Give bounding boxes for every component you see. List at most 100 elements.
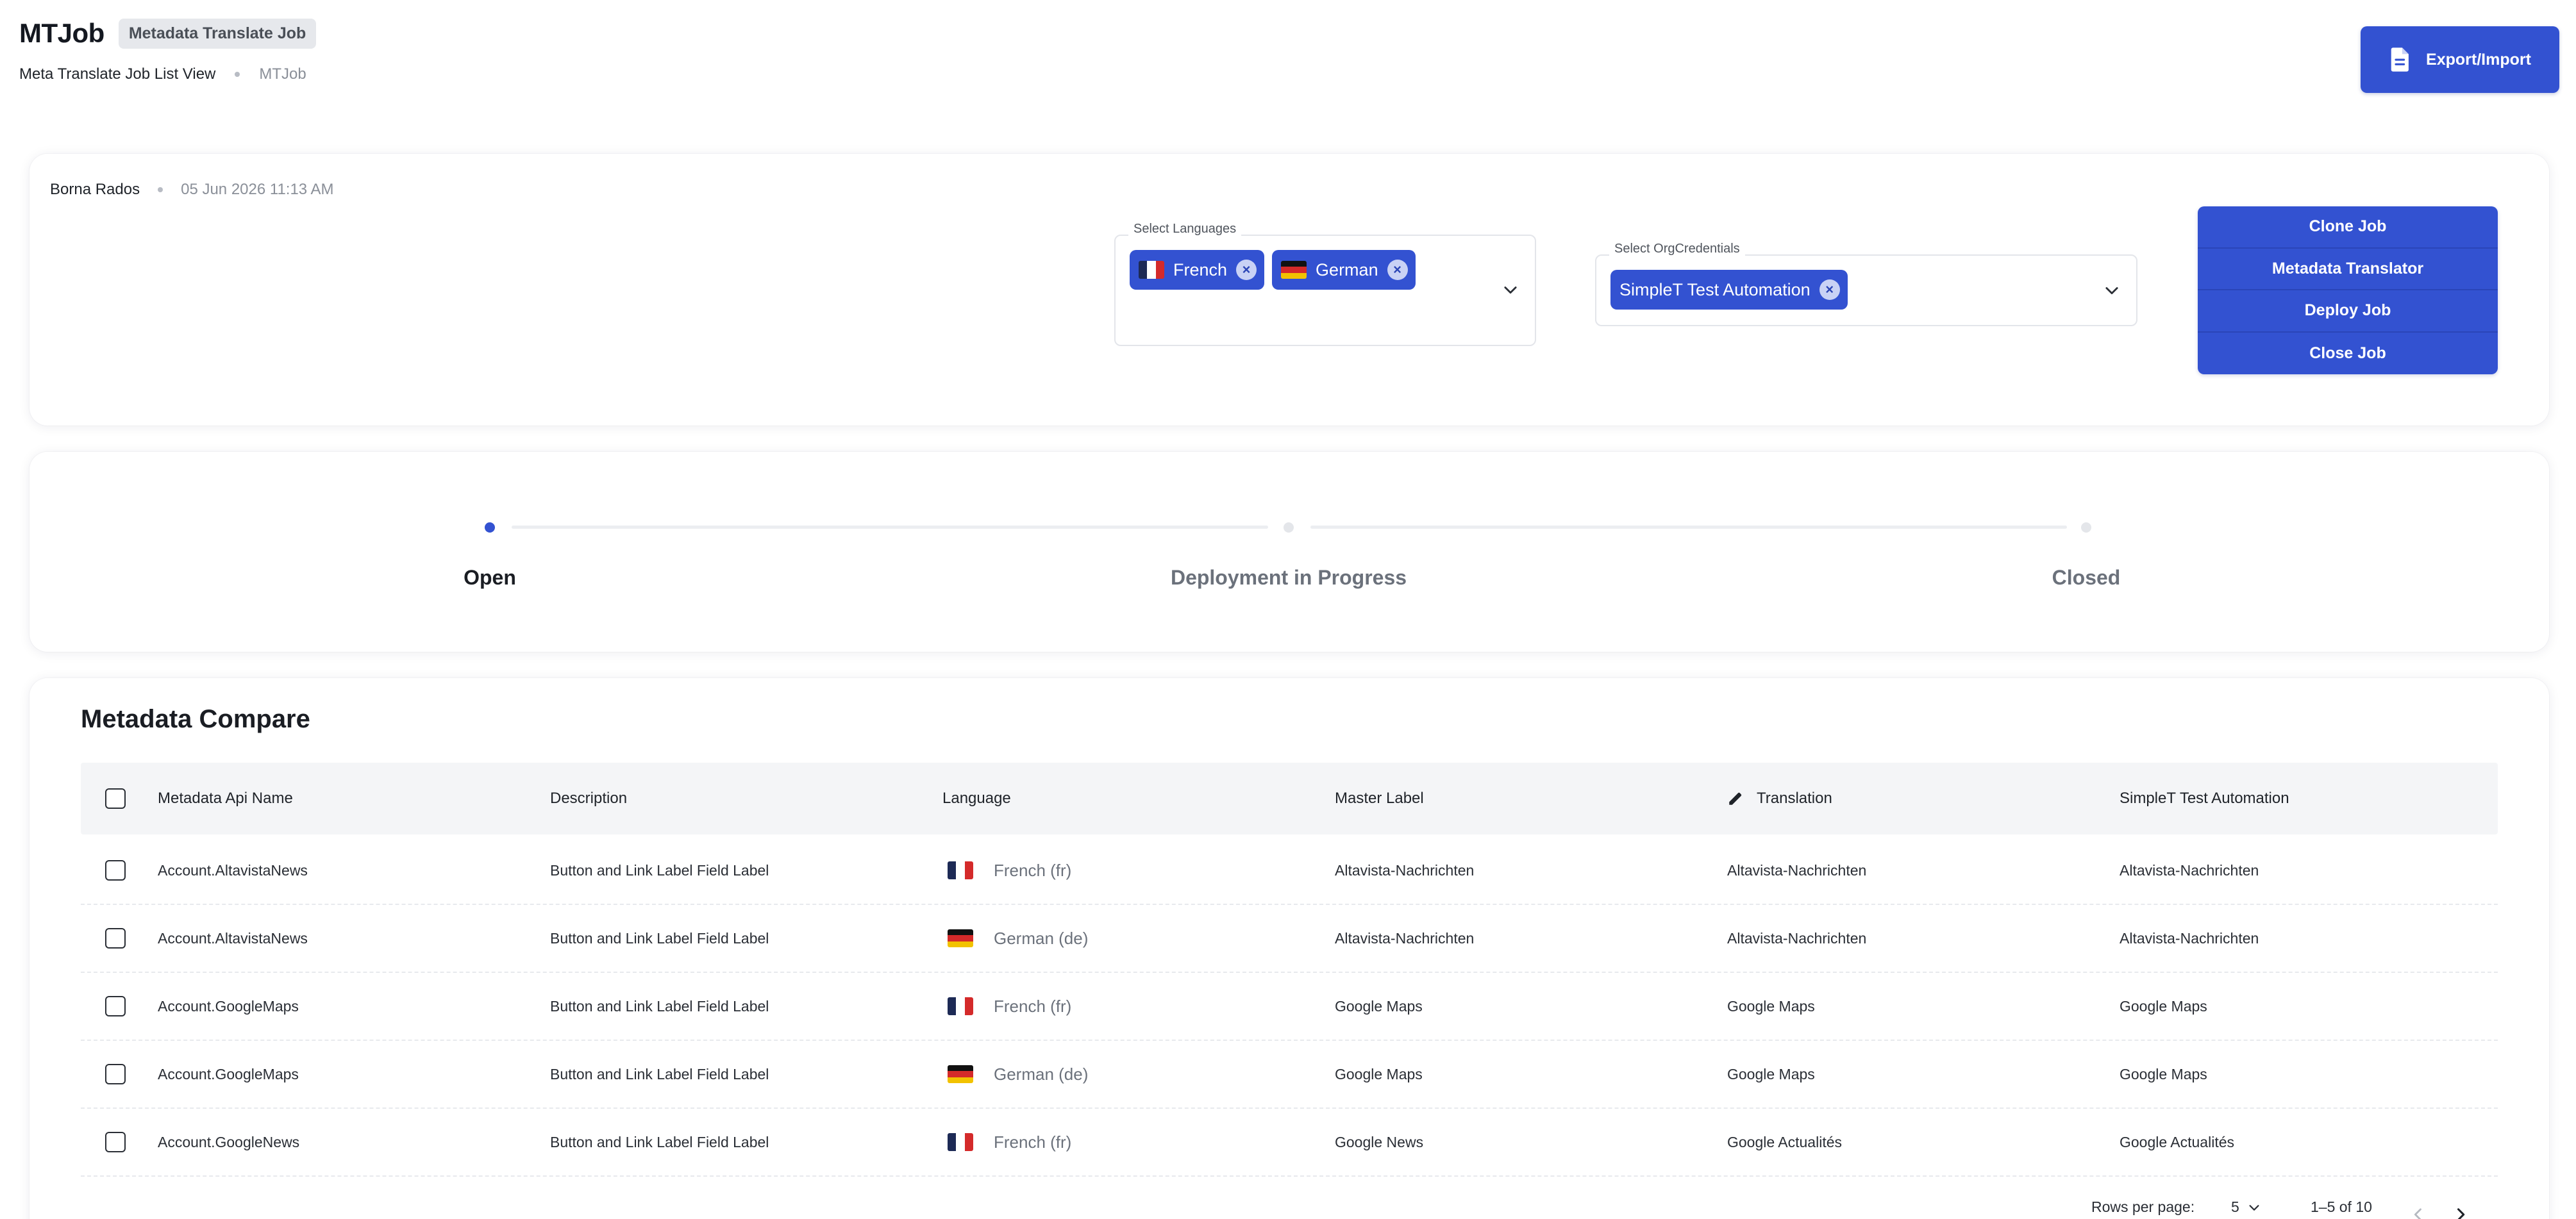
germany-flag-icon [948,1065,973,1083]
table-row[interactable]: Account.AltavistaNews Button and Link Lab… [81,837,2498,905]
cell-description: Button and Link Label Field Label [550,861,769,879]
cell-org-value: Altavista-Nachrichten [2120,929,2259,947]
column-header-description[interactable]: Description [550,763,627,834]
france-flag-icon [948,997,973,1015]
chip-label: SimpleT Test Automation [1619,279,1811,299]
cell-language: German (de) [948,1041,1088,1107]
close-job-button[interactable]: Close Job [2198,333,2498,375]
cell-description: Button and Link Label Field Label [550,1065,769,1082]
column-header-api-name[interactable]: Metadata Api Name [158,763,293,834]
germany-flag-icon [948,929,973,947]
cell-api-name: Account.GoogleMaps [158,997,299,1015]
france-flag-icon [948,1133,973,1151]
table-row[interactable]: Account.GoogleNews Button and Link Label … [81,1109,2498,1177]
job-actions: Clone Job Metadata Translator Deploy Job… [2198,206,2498,374]
step-label-closed: Closed [2052,566,2121,589]
row-checkbox[interactable] [105,1064,126,1084]
chip-label: French [1173,260,1228,279]
meta-separator [158,187,163,192]
pagination: Rows per page: 5 1–5 of 10 [29,1198,2549,1219]
cell-api-name: Account.GoogleMaps [158,1065,299,1082]
pencil-icon [1729,792,1742,805]
row-checkbox[interactable] [105,1132,126,1152]
language-text: French (fr) [994,860,1072,880]
select-all-checkbox[interactable] [105,788,126,809]
language-text: French (fr) [994,1132,1072,1152]
breadcrumb-separator [235,72,240,77]
row-checkbox[interactable] [105,860,126,881]
created-date: 05 Jun 2026 11:13 AM [181,181,334,198]
remove-chip-icon[interactable]: × [1236,260,1257,280]
column-header-org[interactable]: SimpleT Test Automation [2120,763,2289,834]
chip-label: German [1316,260,1378,279]
cell-description: Button and Link Label Field Label [550,997,769,1015]
language-chip-german[interactable]: German × [1272,250,1416,290]
org-chip[interactable]: SimpleT Test Automation × [1610,270,1848,310]
column-header-master-label[interactable]: Master Label [1335,763,1424,834]
rows-per-page-label: Rows per page: [2091,1198,2195,1215]
step-connector [1310,526,2067,529]
pagination-range: 1–5 of 10 [2311,1198,2372,1215]
cell-description: Button and Link Label Field Label [550,929,769,947]
job-info-card: Borna Rados 05 Jun 2026 11:13 AM Select … [29,154,2549,426]
step-connector [512,526,1268,529]
cell-language: French (fr) [948,837,1071,904]
export-import-button[interactable]: Export/Import [2361,26,2559,93]
cell-org-value: Google Maps [2120,1065,2207,1082]
column-header-translation[interactable]: Translation [1727,763,1832,834]
author-name: Borna Rados [50,181,140,198]
rows-per-page-select[interactable]: 5 [2231,1198,2261,1216]
table-title: Metadata Compare [81,705,310,733]
step-dot-open [485,522,495,533]
next-page-icon[interactable] [2452,1206,2470,1219]
remove-chip-icon[interactable]: × [1819,279,1840,300]
languages-select[interactable]: Select Languages French × German × [1114,222,1536,346]
cell-translation[interactable]: Google Actualités [1727,1109,1842,1175]
clone-job-button[interactable]: Clone Job [2198,206,2498,249]
status-stepper-card: Open Deployment in Progress Closed [29,452,2549,652]
cell-org-value: Altavista-Nachrichten [2120,861,2259,879]
cell-translation[interactable]: Google Maps [1727,1041,1815,1107]
cell-translation[interactable]: Google Maps [1727,973,1815,1040]
table-row[interactable]: Account.GoogleMaps Button and Link Label … [81,973,2498,1041]
cell-translation[interactable]: Altavista-Nachrichten [1727,837,1866,904]
page-header: MTJob Metadata Translate Job Meta Transl… [19,18,317,83]
step-label-deployment: Deployment in Progress [1170,566,1407,589]
cell-master-label: Altavista-Nachrichten [1335,861,1475,879]
previous-page-icon[interactable] [2409,1206,2427,1219]
row-checkbox[interactable] [105,928,126,949]
table-row[interactable]: Account.AltavistaNews Button and Link Lab… [81,905,2498,973]
languages-select-label: Select Languages [1128,222,1242,236]
export-import-label: Export/Import [2426,50,2531,69]
breadcrumb-list-view[interactable]: Meta Translate Job List View [19,65,215,83]
breadcrumb-current: MTJob [259,65,306,83]
rows-per-page-value: 5 [2231,1198,2239,1215]
row-checkbox[interactable] [105,996,126,1016]
metadata-translator-button[interactable]: Metadata Translator [2198,249,2498,290]
france-flag-icon [948,861,973,879]
metadata-compare-card: Metadata Compare Metadata Api Name Descr… [29,678,2549,1219]
language-chip-french[interactable]: French × [1130,250,1265,290]
cell-api-name: Account.AltavistaNews [158,929,308,947]
remove-chip-icon[interactable]: × [1387,260,1408,280]
step-dot-deployment [1284,522,1294,533]
cell-language: French (fr) [948,973,1071,1040]
step-dot-closed [2081,522,2091,533]
cell-org-value: Google Actualités [2120,1133,2235,1150]
column-header-language[interactable]: Language [942,763,1011,834]
chevron-down-icon[interactable] [1501,281,1519,299]
language-text: French (fr) [994,996,1072,1016]
chevron-down-icon [2249,1204,2259,1211]
column-header-translation-label: Translation [1757,790,1832,807]
cell-language: French (fr) [948,1109,1071,1175]
deploy-job-button[interactable]: Deploy Job [2198,290,2498,333]
cell-master-label: Google News [1335,1133,1424,1150]
cell-master-label: Google Maps [1335,1065,1423,1082]
table-row[interactable]: Account.GoogleMaps Button and Link Label … [81,1041,2498,1109]
org-credentials-select[interactable]: Select OrgCredentials SimpleT Test Autom… [1595,242,2137,326]
cell-translation[interactable]: Altavista-Nachrichten [1727,905,1866,972]
document-icon [2391,47,2409,72]
france-flag-icon [1139,261,1164,279]
chevron-down-icon[interactable] [2103,281,2121,299]
breadcrumb: Meta Translate Job List View MTJob [19,65,316,83]
